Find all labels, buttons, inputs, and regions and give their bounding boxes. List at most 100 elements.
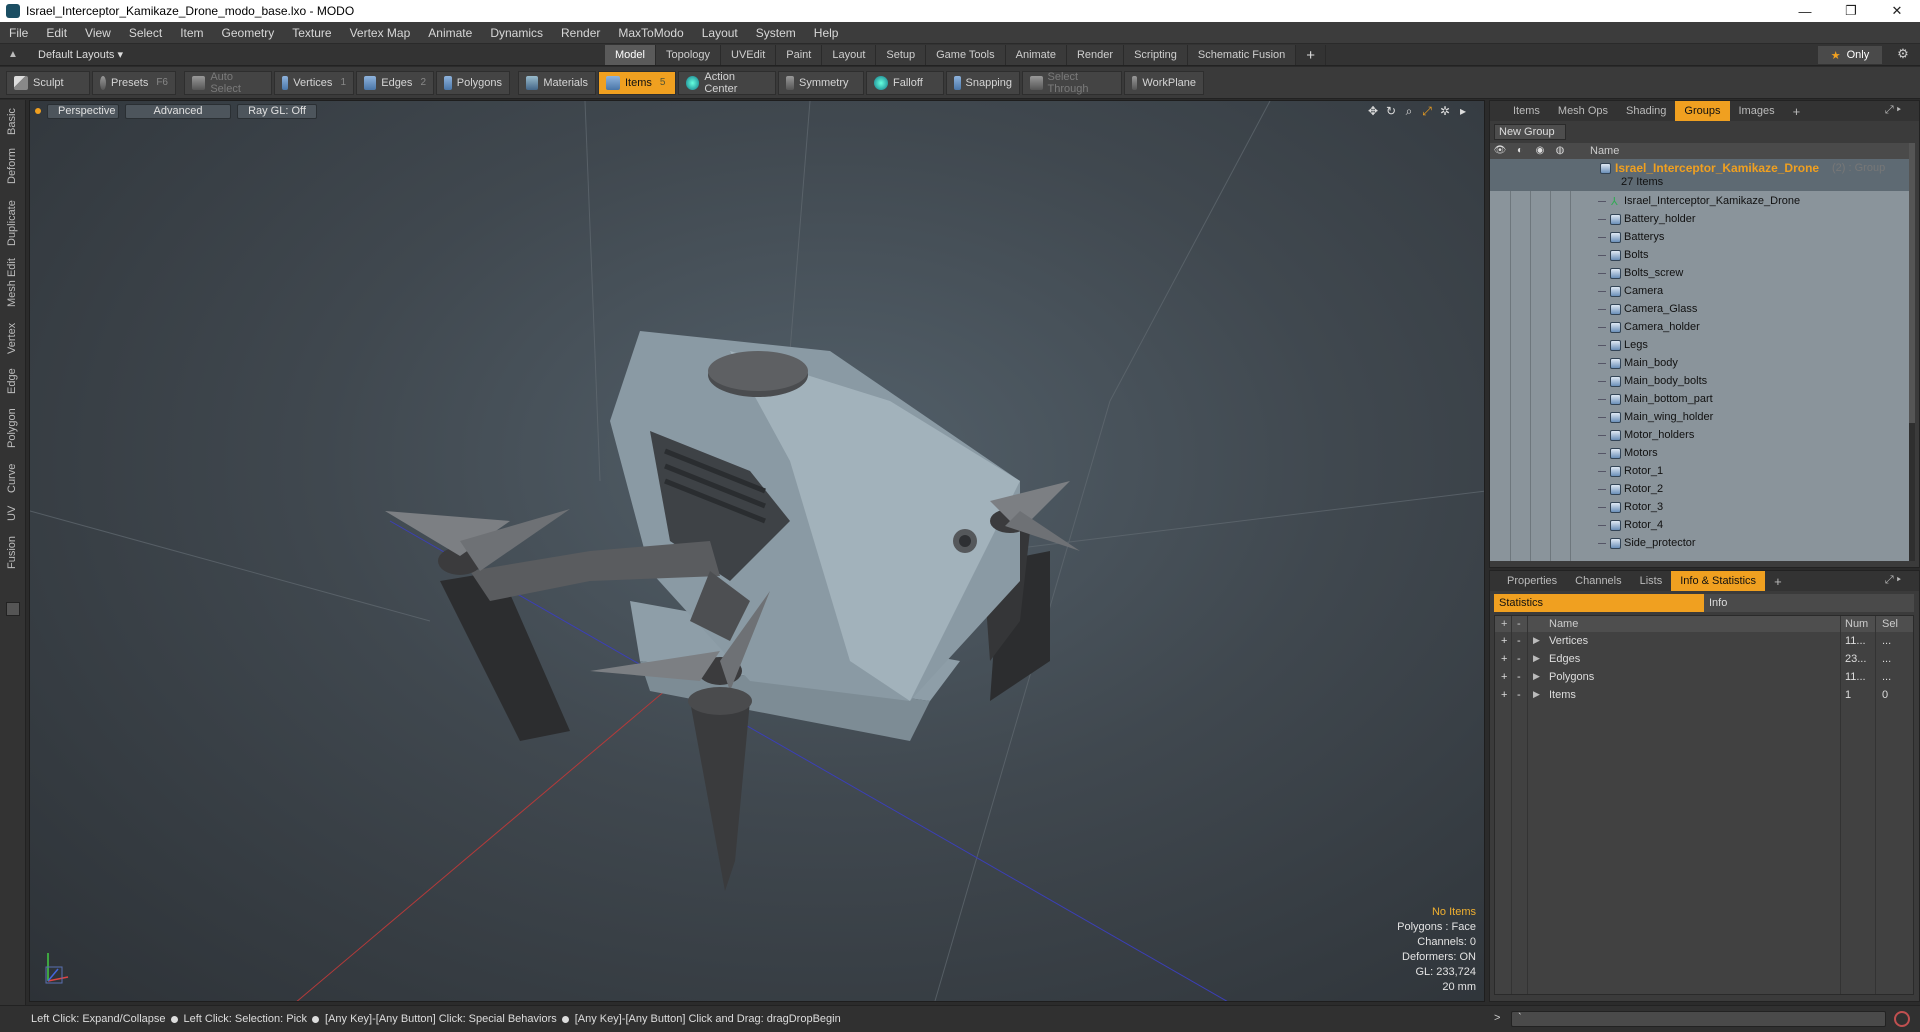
list-item[interactable]: Rotor_3 — [1490, 499, 1910, 517]
maximize-button[interactable]: ❐ — [1828, 0, 1874, 22]
list-item[interactable]: Main_bottom_part — [1490, 391, 1910, 409]
info-tab[interactable]: Info — [1704, 594, 1914, 612]
list-item[interactable]: Battery_holder — [1490, 211, 1910, 229]
expand-arrow-icon[interactable]: ▶ — [1533, 689, 1540, 700]
list-item[interactable]: Motors — [1490, 445, 1910, 463]
group-row[interactable]: Israel_Interceptor_Kamikaze_Drone (2) : … — [1490, 159, 1910, 191]
vertices-button[interactable]: Vertices 1 — [274, 70, 354, 95]
tab-uvedit[interactable]: UVEdit — [721, 45, 777, 65]
list-item[interactable]: Side_protector — [1490, 535, 1910, 553]
menu-file[interactable]: File — [0, 26, 37, 40]
command-input[interactable]: ` — [1511, 1011, 1886, 1027]
strip-toggle-button[interactable] — [6, 602, 20, 616]
tab-layout[interactable]: Layout — [822, 45, 877, 65]
menu-dynamics[interactable]: Dynamics — [481, 26, 552, 40]
table-row[interactable]: + - ▶ Polygons 11... ... — [1495, 668, 1913, 686]
only-button[interactable]: ★ Only — [1818, 46, 1882, 64]
vtab-deform[interactable]: Deform — [3, 144, 21, 188]
list-item[interactable]: Camera — [1490, 283, 1910, 301]
info-panel-expand-icon[interactable]: ⤢ ▸ — [1885, 574, 1901, 587]
tab-channels[interactable]: Channels — [1566, 571, 1630, 591]
vtab-uv[interactable]: UV — [3, 502, 21, 524]
raygl-toggle[interactable]: Ray GL: Off — [237, 103, 317, 119]
add-tab-button[interactable]: + — [1296, 45, 1327, 65]
list-item[interactable]: ⅄ Israel_Interceptor_Kamikaze_Drone — [1490, 193, 1910, 211]
tab-model[interactable]: Model — [605, 45, 656, 65]
falloff-button[interactable]: Falloff — [866, 70, 944, 95]
layout-dropdown[interactable]: Default Layouts ▾ — [38, 48, 123, 61]
menu-item[interactable]: Item — [171, 26, 212, 40]
tab-scripting[interactable]: Scripting — [1124, 45, 1188, 65]
tab-groups[interactable]: Groups — [1675, 101, 1730, 121]
menu-select[interactable]: Select — [120, 26, 171, 40]
workplane-button[interactable]: WorkPlane — [1124, 70, 1204, 95]
close-button[interactable]: ✕ — [1874, 0, 1920, 22]
list-item[interactable]: Camera_holder — [1490, 319, 1910, 337]
snapping-button[interactable]: Snapping — [946, 70, 1020, 95]
tab-shading[interactable]: Shading — [1617, 101, 1675, 121]
list-item[interactable]: Motor_holders — [1490, 427, 1910, 445]
menu-system[interactable]: System — [747, 26, 805, 40]
list-item[interactable]: Rotor_1 — [1490, 463, 1910, 481]
groups-scrollbar[interactable] — [1909, 143, 1915, 561]
expand-arrow-icon[interactable]: ▶ — [1533, 635, 1540, 646]
new-group-button[interactable]: New Group — [1494, 124, 1566, 140]
tab-game-tools[interactable]: Game Tools — [926, 45, 1006, 65]
action-center-button[interactable]: Action Center — [678, 70, 776, 95]
tab-schematic-fusion[interactable]: Schematic Fusion — [1187, 45, 1297, 65]
tab-items[interactable]: Items — [1504, 101, 1549, 121]
vtab-basic[interactable]: Basic — [3, 104, 21, 140]
tab-render[interactable]: Render — [1066, 45, 1125, 65]
list-item[interactable]: Legs — [1490, 337, 1910, 355]
menu-texture[interactable]: Texture — [283, 26, 340, 40]
vtab-duplicate[interactable]: Duplicate — [3, 196, 21, 250]
list-item[interactable]: Rotor_2 — [1490, 481, 1910, 499]
symmetry-button[interactable]: Symmetry — [778, 70, 864, 95]
items-button[interactable]: Items 5 — [598, 70, 676, 95]
menu-render[interactable]: Render — [552, 26, 609, 40]
vtab-edge[interactable]: Edge — [3, 364, 21, 398]
tab-info-statistics[interactable]: Info & Statistics — [1671, 571, 1766, 591]
tab-setup[interactable]: Setup — [876, 45, 927, 65]
tab-mesh-ops[interactable]: Mesh Ops — [1549, 101, 1617, 121]
polygons-button[interactable]: Polygons — [436, 70, 510, 95]
table-row[interactable]: + - ▶ Items 1 0 — [1495, 686, 1913, 704]
viewport-menu-dot[interactable] — [35, 108, 41, 114]
panel-expand-icon[interactable]: ⤢ ▸ — [1885, 104, 1901, 117]
menu-maxtomodo[interactable]: MaxToModo — [609, 26, 692, 40]
menu-vertex-map[interactable]: Vertex Map — [341, 26, 420, 40]
presets-button[interactable]: Presets F6 — [92, 70, 176, 95]
viewport-expand-icon[interactable]: ▸ — [1454, 104, 1472, 118]
tab-images[interactable]: Images — [1730, 101, 1784, 121]
layout-collapse-icon[interactable]: ▲ — [8, 49, 22, 60]
gear-icon[interactable]: ⚙ — [1894, 46, 1912, 64]
list-item[interactable]: Bolts_screw — [1490, 265, 1910, 283]
expand-arrow-icon[interactable]: ▶ — [1533, 671, 1540, 682]
perspective-dropdown[interactable]: Perspective — [47, 103, 119, 119]
menu-edit[interactable]: Edit — [37, 26, 76, 40]
sculpt-button[interactable]: Sculpt — [6, 70, 90, 95]
fit-icon[interactable]: ⤢ — [1418, 104, 1436, 118]
list-item[interactable]: Batterys — [1490, 229, 1910, 247]
menu-layout[interactable]: Layout — [693, 26, 747, 40]
rotate-icon[interactable]: ↻ — [1382, 104, 1400, 118]
menu-animate[interactable]: Animate — [419, 26, 481, 40]
menu-help[interactable]: Help — [805, 26, 848, 40]
materials-button[interactable]: Materials — [518, 70, 596, 95]
select-through-button[interactable]: Select Through — [1022, 70, 1122, 95]
tab-lists[interactable]: Lists — [1631, 571, 1672, 591]
table-row[interactable]: + - ▶ Edges 23... ... — [1495, 650, 1913, 668]
add-info-tab-button[interactable]: + — [1765, 571, 1791, 591]
expand-arrow-icon[interactable]: ▶ — [1533, 653, 1540, 664]
table-row[interactable]: + - ▶ Vertices 11... ... — [1495, 632, 1913, 650]
tab-paint[interactable]: Paint — [776, 45, 823, 65]
menu-view[interactable]: View — [76, 26, 120, 40]
vtab-vertex[interactable]: Vertex — [3, 318, 21, 358]
list-item[interactable]: Main_body — [1490, 355, 1910, 373]
pan-icon[interactable]: ✥ — [1364, 104, 1382, 118]
stop-icon[interactable] — [1894, 1011, 1910, 1027]
edges-button[interactable]: Edges 2 — [356, 70, 434, 95]
vtab-fusion[interactable]: Fusion — [3, 532, 21, 572]
tab-properties[interactable]: Properties — [1498, 571, 1566, 591]
advanced-dropdown[interactable]: Advanced — [125, 103, 231, 119]
